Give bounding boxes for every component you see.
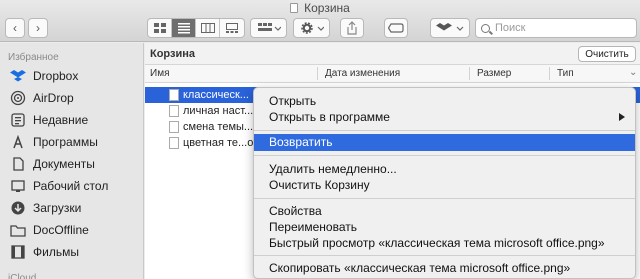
file-name: классическ... — [183, 89, 249, 101]
applications-icon — [10, 134, 26, 150]
sidebar-item-label: Рабочий стол — [33, 179, 109, 193]
menu-item-quick-look[interactable]: Быстрый просмотр «классическая тема micr… — [254, 235, 635, 252]
column-view-button[interactable] — [196, 19, 220, 37]
icloud-header: iCloud — [8, 273, 37, 279]
share-icon — [347, 21, 357, 35]
sidebar-item-label: AirDrop — [33, 91, 74, 105]
menu-item-put-back[interactable]: Возвратить — [254, 134, 635, 151]
column-divider — [469, 67, 470, 80]
edit-tags-button[interactable] — [384, 18, 408, 38]
column-date[interactable]: Дата изменения — [325, 68, 400, 79]
file-name: личная наст... — [183, 105, 254, 117]
action-button[interactable] — [293, 18, 330, 38]
desktop-icon — [10, 178, 26, 194]
group-icon — [257, 23, 281, 31]
file-icon — [169, 105, 179, 117]
file-icon — [169, 89, 179, 101]
sidebar-item-applications[interactable]: Программы — [10, 132, 98, 152]
sidebar-item-movies[interactable]: Фильмы — [10, 242, 79, 262]
menu-item-open-with[interactable]: Открыть в программе — [254, 109, 635, 126]
dropbox-icon — [436, 23, 464, 31]
column-kind[interactable]: Тип — [557, 68, 574, 79]
file-name: цветная те...от — [183, 137, 259, 149]
menu-item-copy[interactable]: Скопировать «классическая тема microsoft… — [254, 260, 635, 277]
sidebar-item-desktop[interactable]: Рабочий стол — [10, 176, 108, 196]
submenu-arrow-icon — [619, 113, 625, 121]
search-placeholder: Поиск — [495, 22, 526, 34]
file-icon — [169, 137, 179, 149]
menu-separator — [254, 198, 635, 199]
column-size[interactable]: Размер — [477, 68, 511, 79]
dropbox-icon — [10, 68, 26, 84]
back-button[interactable]: ‹ — [5, 18, 25, 38]
sidebar-item-downloads[interactable]: Загрузки — [10, 198, 81, 218]
chevron-down-icon: ⌄ — [629, 67, 638, 78]
column-header: Имя Дата изменения Размер Тип ⌄ — [145, 65, 640, 83]
file-icon — [169, 121, 179, 133]
tag-icon — [388, 23, 404, 33]
gear-icon — [300, 22, 324, 34]
menu-item-open[interactable]: Открыть — [254, 93, 635, 110]
folder-title: Корзина — [150, 48, 195, 60]
forward-button[interactable]: › — [28, 18, 48, 38]
trash-title-icon — [290, 3, 299, 13]
sidebar-item-docoffline[interactable]: DocOffline — [10, 220, 89, 240]
list-view-button[interactable] — [172, 19, 196, 37]
menu-item-rename[interactable]: Переименовать — [254, 219, 635, 236]
dropbox-menu-button[interactable] — [430, 18, 470, 38]
sidebar-item-label: DocOffline — [33, 223, 89, 237]
menu-item-empty-trash[interactable]: Очистить Корзину — [254, 177, 635, 194]
sidebar-item-label: Фильмы — [33, 245, 79, 259]
sidebar-item-dropbox[interactable]: Dropbox — [10, 66, 78, 86]
menu-separator — [254, 155, 635, 156]
gallery-view-button[interactable] — [220, 19, 244, 37]
group-by-button[interactable] — [250, 18, 287, 38]
column-divider — [317, 67, 318, 80]
grid-icon — [153, 23, 166, 33]
menu-separator — [254, 255, 635, 256]
sidebar-item-label: Недавние — [33, 113, 89, 127]
gallery-icon — [226, 23, 238, 33]
sidebar-item-label: Программы — [33, 135, 98, 149]
window-toolbar: Корзина ‹ › Поиск — [0, 0, 640, 42]
airdrop-icon — [10, 90, 26, 106]
list-icon — [177, 23, 190, 34]
recents-icon — [10, 112, 26, 128]
chevron-left-icon: ‹ — [13, 21, 17, 35]
sidebar-item-label: Dropbox — [33, 69, 79, 83]
favorites-header: Избранное — [8, 52, 59, 63]
sidebar: Избранное Dropbox AirDrop Недавние Прогр… — [0, 43, 144, 279]
sidebar-item-label: Документы — [33, 157, 95, 171]
file-name: смена темы... — [183, 121, 254, 133]
share-button[interactable] — [340, 18, 364, 38]
menu-item-delete-immediately[interactable]: Удалить немедленно... — [254, 161, 635, 178]
column-name[interactable]: Имя — [150, 68, 169, 79]
folder-icon — [10, 222, 26, 238]
search-field[interactable]: Поиск — [475, 18, 637, 38]
sidebar-item-recents[interactable]: Недавние — [10, 110, 88, 130]
path-bar: Корзина Очистить — [145, 43, 640, 65]
sidebar-item-label: Загрузки — [33, 201, 82, 215]
movies-icon — [10, 244, 26, 260]
icon-view-button[interactable] — [148, 19, 172, 37]
context-menu: Открыть Открыть в программе Возвратить У… — [253, 87, 636, 279]
view-mode-segmented-control[interactable] — [147, 18, 245, 38]
downloads-icon — [10, 200, 26, 216]
columns-icon — [200, 23, 215, 33]
documents-icon — [10, 156, 26, 172]
window-title: Корзина — [0, 1, 640, 15]
sidebar-item-airdrop[interactable]: AirDrop — [10, 88, 74, 108]
column-divider — [549, 67, 550, 80]
search-icon — [481, 23, 490, 33]
menu-item-get-info[interactable]: Свойства — [254, 203, 635, 220]
empty-trash-button[interactable]: Очистить — [578, 46, 636, 62]
menu-separator — [254, 130, 635, 131]
chevron-right-icon: › — [36, 21, 40, 35]
sidebar-item-documents[interactable]: Документы — [10, 154, 95, 174]
